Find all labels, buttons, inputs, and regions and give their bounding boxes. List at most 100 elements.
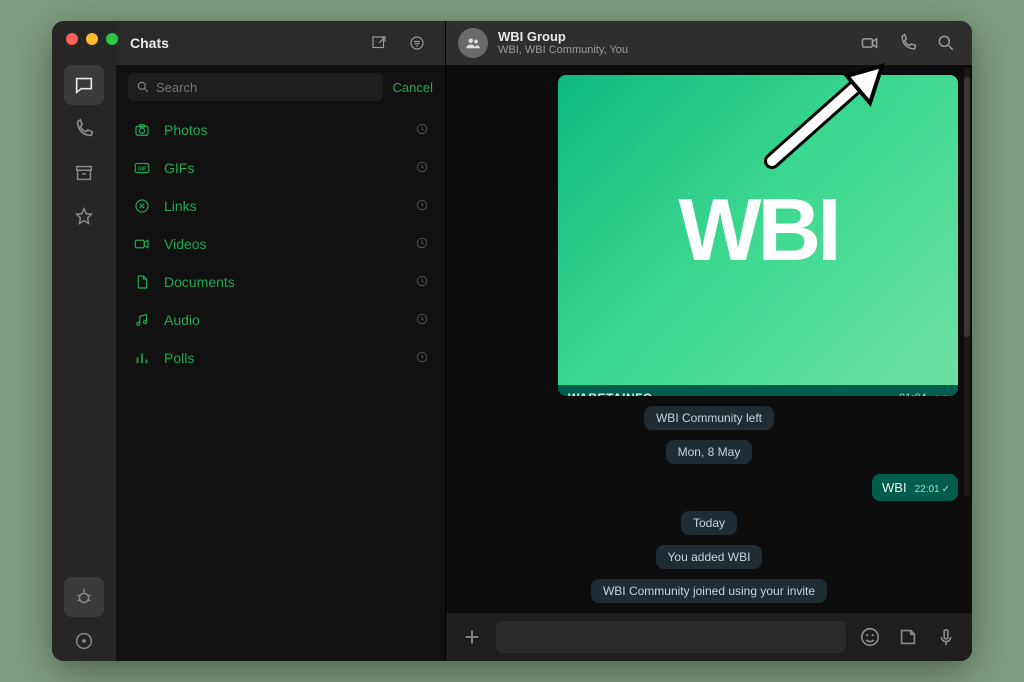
- image-caption: WABETAINFO: [568, 391, 899, 396]
- sticker-button[interactable]: [894, 623, 922, 651]
- image-logo-text: WBI: [678, 179, 837, 281]
- filter-item-link[interactable]: Links: [122, 187, 439, 225]
- history-icon: [415, 198, 429, 215]
- emoji-button[interactable]: [856, 623, 884, 651]
- nav-calls[interactable]: [64, 109, 104, 149]
- poll-icon: [132, 349, 152, 367]
- filter-item-gif[interactable]: GIF GIFs: [122, 149, 439, 187]
- filter-label: Documents: [164, 274, 403, 290]
- group-icon: [464, 34, 482, 52]
- chat-bubble-icon: [73, 74, 95, 96]
- image-time: 01:04 ✓✓: [899, 392, 948, 397]
- message-input[interactable]: [496, 621, 846, 653]
- search-icon: [936, 33, 956, 53]
- image-caption-row: WABETAINFO 01:04 ✓✓: [558, 385, 958, 396]
- panel-header: Chats: [116, 21, 445, 65]
- search-box[interactable]: [128, 73, 383, 101]
- gif-icon: GIF: [132, 159, 152, 177]
- mic-button[interactable]: [932, 623, 960, 651]
- video-icon: [132, 235, 152, 253]
- filter-label: Photos: [164, 122, 403, 138]
- sent-tick-icon: ✓: [942, 484, 950, 495]
- system-event-left: WBI Community left: [644, 406, 774, 430]
- minimize-window[interactable]: [86, 33, 98, 45]
- outgoing-text-message[interactable]: WBI 22:01 ✓: [872, 474, 958, 501]
- image-attachment[interactable]: WBI: [558, 75, 958, 385]
- outgoing-image-message[interactable]: WBI WABETAINFO 01:04 ✓✓: [558, 75, 958, 396]
- history-icon: [415, 274, 429, 291]
- svg-text:GIF: GIF: [138, 166, 148, 172]
- scrollbar-thumb[interactable]: [964, 77, 970, 337]
- system-event-joined: WBI Community joined using your invite: [591, 579, 827, 603]
- zoom-window[interactable]: [106, 33, 118, 45]
- filter-button[interactable]: [403, 29, 431, 57]
- message-text: WBI: [882, 480, 907, 495]
- chat-name: WBI Group: [498, 30, 628, 44]
- archive-icon: [73, 162, 95, 184]
- document-icon: [132, 273, 152, 291]
- nav-archive[interactable]: [64, 153, 104, 193]
- plus-icon: [461, 626, 483, 648]
- audio-icon: [132, 311, 152, 329]
- link-icon: [132, 197, 152, 215]
- bug-icon: [73, 586, 95, 608]
- filter-item-document[interactable]: Documents: [122, 263, 439, 301]
- chat-subtitle: WBI, WBI Community, You: [498, 44, 628, 56]
- video-icon: [860, 33, 880, 53]
- chat-title-block: WBI Group WBI, WBI Community, You: [498, 30, 628, 56]
- filter-icon: [408, 34, 426, 52]
- cancel-search[interactable]: Cancel: [393, 80, 433, 95]
- filter-item-poll[interactable]: Polls: [122, 339, 439, 377]
- chat-area: WBI Group WBI, WBI Community, You WBI: [446, 21, 972, 661]
- composer: [446, 613, 972, 661]
- chat-header[interactable]: WBI Group WBI, WBI Community, You: [446, 21, 972, 65]
- date-divider-today: Today: [681, 511, 737, 535]
- group-avatar[interactable]: [458, 28, 488, 58]
- panel-title: Chats: [130, 35, 169, 51]
- filter-label: GIFs: [164, 160, 403, 176]
- compose-button[interactable]: [365, 29, 393, 57]
- chats-panel: Chats Cancel Photos GIF GIFs Links Videos Doc…: [116, 21, 446, 661]
- history-icon: [415, 350, 429, 367]
- search-in-chat-button[interactable]: [932, 29, 960, 57]
- filter-label: Polls: [164, 350, 403, 366]
- compose-icon: [370, 34, 388, 52]
- phone-icon: [898, 33, 918, 53]
- close-window[interactable]: [66, 33, 78, 45]
- sticker-icon: [897, 626, 919, 648]
- star-icon: [73, 206, 95, 228]
- filter-label: Videos: [164, 236, 403, 252]
- video-call-button[interactable]: [856, 29, 884, 57]
- camera-icon: [132, 121, 152, 139]
- window-controls: [66, 33, 118, 45]
- history-icon: [415, 312, 429, 329]
- phone-icon: [73, 118, 95, 140]
- settings-icon: [73, 630, 95, 652]
- nav-debug[interactable]: [64, 577, 104, 617]
- filter-list: Photos GIF GIFs Links Videos Documents Audio Po…: [116, 109, 445, 379]
- filter-item-video[interactable]: Videos: [122, 225, 439, 263]
- nav-settings[interactable]: [64, 621, 104, 661]
- read-ticks-icon: ✓✓: [930, 392, 948, 397]
- message-meta: 22:01 ✓: [915, 484, 950, 495]
- search-input[interactable]: [156, 80, 375, 95]
- search-row: Cancel: [116, 65, 445, 109]
- nav-starred[interactable]: [64, 197, 104, 237]
- filter-item-audio[interactable]: Audio: [122, 301, 439, 339]
- nav-chats[interactable]: [64, 65, 104, 105]
- filter-label: Links: [164, 198, 403, 214]
- microphone-icon: [935, 626, 957, 648]
- message-list[interactable]: WBI WABETAINFO 01:04 ✓✓ WBI Community le…: [446, 65, 972, 613]
- search-icon: [136, 80, 150, 94]
- date-divider: Mon, 8 May: [666, 440, 753, 464]
- voice-call-button[interactable]: [894, 29, 922, 57]
- filter-item-camera[interactable]: Photos: [122, 111, 439, 149]
- history-icon: [415, 160, 429, 177]
- history-icon: [415, 122, 429, 139]
- app-window: Chats Cancel Photos GIF GIFs Links Videos Doc…: [52, 21, 972, 661]
- emoji-icon: [859, 626, 881, 648]
- attach-button[interactable]: [458, 623, 486, 651]
- history-icon: [415, 236, 429, 253]
- nav-rail: [52, 21, 116, 661]
- system-event-added: You added WBI: [656, 545, 763, 569]
